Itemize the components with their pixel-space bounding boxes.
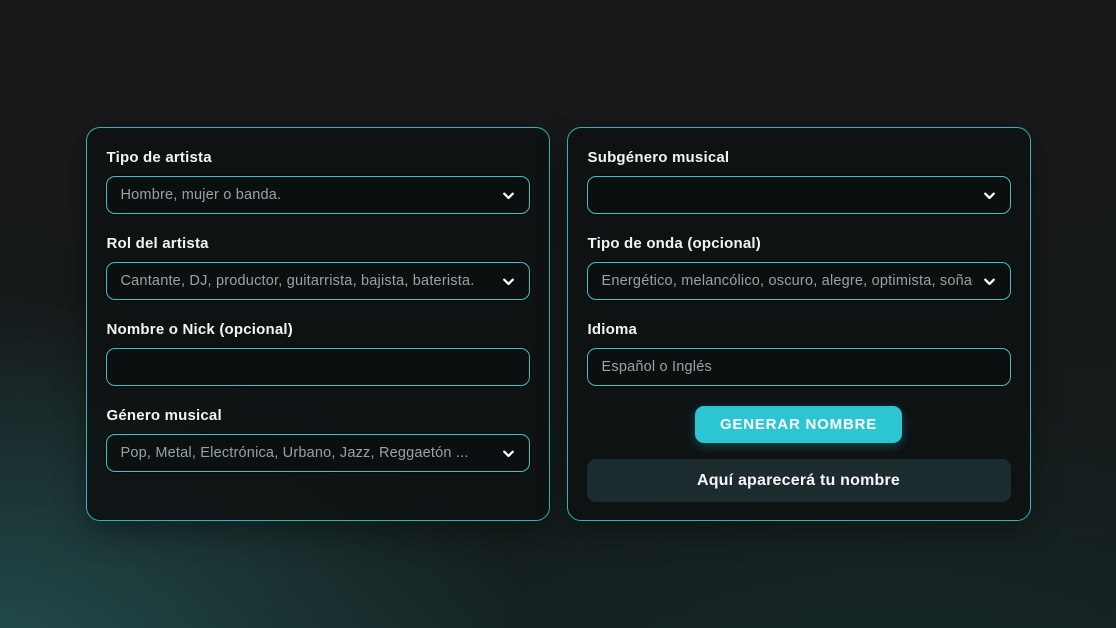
chevron-down-icon	[500, 445, 517, 462]
tipo-de-artista-select[interactable]: Hombre, mujer o banda.	[106, 176, 530, 214]
field-idioma: Idioma	[587, 321, 1011, 386]
select-placeholder: Hombre, mujer o banda.	[121, 187, 492, 203]
result-box: Aquí aparecerá tu nombre	[587, 459, 1011, 502]
rol-del-artista-label: Rol del artista	[107, 235, 530, 252]
field-rol-del-artista: Rol del artista Cantante, DJ, productor,…	[106, 235, 530, 300]
nombre-nick-label: Nombre o Nick (opcional)	[107, 321, 530, 338]
select-placeholder: Cantante, DJ, productor, guitarrista, ba…	[121, 273, 492, 289]
chevron-down-icon	[500, 273, 517, 290]
field-tipo-de-artista: Tipo de artista Hombre, mujer o banda.	[106, 149, 530, 214]
field-genero-musical: Género musical Pop, Metal, Electrónica, …	[106, 407, 530, 472]
subgenero-musical-select[interactable]	[587, 176, 1011, 214]
chevron-down-icon	[981, 273, 998, 290]
rol-del-artista-select[interactable]: Cantante, DJ, productor, guitarrista, ba…	[106, 262, 530, 300]
field-nombre-nick: Nombre o Nick (opcional)	[106, 321, 530, 386]
nombre-nick-input[interactable]	[106, 348, 530, 386]
tipo-de-artista-label: Tipo de artista	[107, 149, 530, 166]
genero-musical-select[interactable]: Pop, Metal, Electrónica, Urbano, Jazz, R…	[106, 434, 530, 472]
right-form-panel: Subgénero musical Tipo de onda (opcional…	[567, 127, 1031, 521]
field-subgenero-musical: Subgénero musical	[587, 149, 1011, 214]
chevron-down-icon	[981, 187, 998, 204]
tipo-de-onda-label: Tipo de onda (opcional)	[588, 235, 1011, 252]
button-row: GENERAR NOMBRE	[587, 406, 1011, 443]
tipo-de-onda-select[interactable]: Energético, melancólico, oscuro, alegre,…	[587, 262, 1011, 300]
result-placeholder-text: Aquí aparecerá tu nombre	[697, 472, 900, 490]
select-placeholder: Energético, melancólico, oscuro, alegre,…	[602, 273, 973, 289]
field-tipo-de-onda: Tipo de onda (opcional) Energético, mela…	[587, 235, 1011, 300]
genero-musical-label: Género musical	[107, 407, 530, 424]
idioma-input[interactable]	[587, 348, 1011, 386]
subgenero-musical-label: Subgénero musical	[588, 149, 1011, 166]
select-placeholder: Pop, Metal, Electrónica, Urbano, Jazz, R…	[121, 445, 492, 461]
left-form-panel: Tipo de artista Hombre, mujer o banda. R…	[86, 127, 550, 521]
form-area: Tipo de artista Hombre, mujer o banda. R…	[0, 0, 1116, 521]
idioma-label: Idioma	[588, 321, 1011, 338]
chevron-down-icon	[500, 187, 517, 204]
generar-nombre-button[interactable]: GENERAR NOMBRE	[695, 406, 902, 443]
